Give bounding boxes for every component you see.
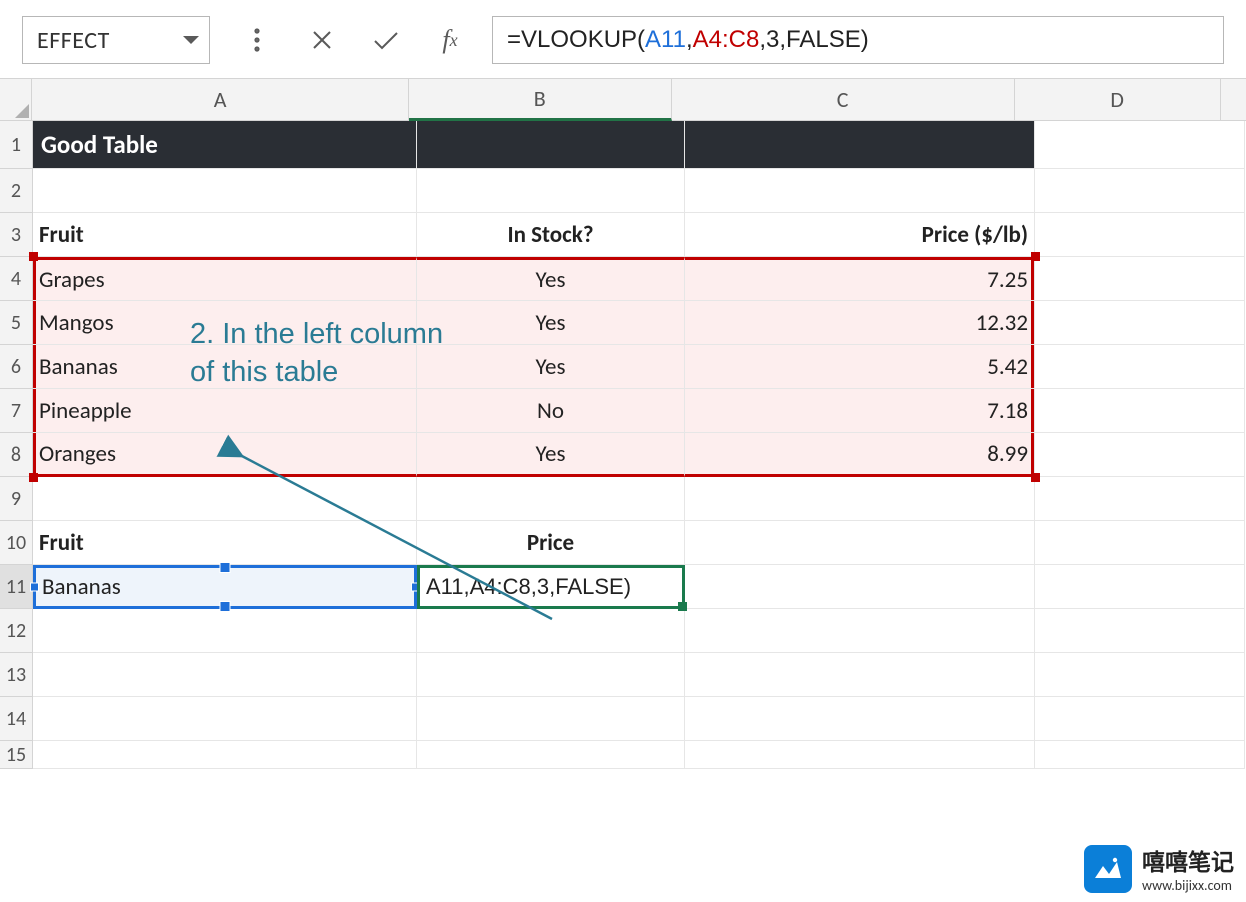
cell-B8[interactable]: Yes [417, 433, 685, 477]
cell-A1[interactable]: Good Table [33, 121, 417, 169]
spreadsheet-grid[interactable]: A B C D 1 Good Table 2 3 Fruit In Stock?… [0, 78, 1246, 769]
row-header-11[interactable]: 11 [0, 565, 33, 609]
range-handle-icon[interactable] [29, 252, 38, 261]
row-header-5[interactable]: 5 [0, 301, 33, 345]
cell-D2[interactable] [1035, 169, 1245, 213]
cell-C8[interactable]: 8.99 [685, 433, 1035, 477]
cell-C2[interactable] [685, 169, 1035, 213]
row-header-7[interactable]: 7 [0, 389, 33, 433]
cell-D4[interactable] [1035, 257, 1245, 301]
column-header-D[interactable]: D [1015, 79, 1221, 121]
cell-A2[interactable] [33, 169, 417, 213]
cell-C9[interactable] [685, 477, 1035, 521]
cell-B11[interactable]: A11,A4:C8,3,FALSE) [417, 565, 685, 609]
cell-A10[interactable]: Fruit [33, 521, 417, 565]
cell-D14[interactable] [1035, 697, 1245, 741]
cell-C1[interactable] [685, 121, 1035, 169]
cell-C7[interactable]: 7.18 [685, 389, 1035, 433]
cell-A4[interactable]: Grapes [33, 257, 417, 301]
row-header-9[interactable]: 9 [0, 477, 33, 521]
cell-C15[interactable] [685, 741, 1035, 769]
cell-B12[interactable] [417, 609, 685, 653]
cell-B15[interactable] [417, 741, 685, 769]
cell-A5[interactable]: Mangos [33, 301, 417, 345]
column-header-A[interactable]: A [32, 79, 408, 121]
cell-D11[interactable] [1035, 565, 1245, 609]
cell-D5[interactable] [1035, 301, 1245, 345]
cell-A3[interactable]: Fruit [33, 213, 417, 257]
watermark: 嘻嘻笔记 www.bijixx.com [1084, 843, 1234, 894]
name-box[interactable]: EFFECT [22, 16, 210, 64]
row-header-8[interactable]: 8 [0, 433, 33, 477]
formula-input[interactable]: =VLOOKUP(A11,A4:C8,3,FALSE) [492, 16, 1224, 64]
cell-B7[interactable]: No [417, 389, 685, 433]
cell-C11[interactable] [685, 565, 1035, 609]
select-all-corner[interactable] [0, 79, 32, 121]
cell-A15[interactable] [33, 741, 417, 769]
cancel-icon[interactable] [290, 16, 354, 64]
cell-C6[interactable]: 5.42 [685, 345, 1035, 389]
cell-D8[interactable] [1035, 433, 1245, 477]
row-header-12[interactable]: 12 [0, 609, 33, 653]
enter-icon[interactable] [354, 16, 418, 64]
cell-B14[interactable] [417, 697, 685, 741]
chevron-down-icon[interactable] [183, 36, 199, 44]
cell-D9[interactable] [1035, 477, 1245, 521]
row-header-6[interactable]: 6 [0, 345, 33, 389]
row-header-2[interactable]: 2 [0, 169, 33, 213]
cell-A8[interactable]: Oranges [33, 433, 417, 477]
row-header-13[interactable]: 13 [0, 653, 33, 697]
cell-C13[interactable] [685, 653, 1035, 697]
row-header-10[interactable]: 10 [0, 521, 33, 565]
cell-B5[interactable]: Yes [417, 301, 685, 345]
cell-A13[interactable] [33, 653, 417, 697]
cell-C3[interactable]: Price ($/lb) [685, 213, 1035, 257]
row-header-14[interactable]: 14 [0, 697, 33, 741]
cell-D3[interactable] [1035, 213, 1245, 257]
range-handle-icon[interactable] [29, 473, 38, 482]
more-icon[interactable] [226, 16, 290, 64]
cell-C12[interactable] [685, 609, 1035, 653]
cell-B2[interactable] [417, 169, 685, 213]
range-handle-icon[interactable] [1031, 473, 1040, 482]
cell-B3[interactable]: In Stock? [417, 213, 685, 257]
cell-A6[interactable]: Bananas [33, 345, 417, 389]
column-header-C[interactable]: C [672, 79, 1015, 121]
cell-C10[interactable] [685, 521, 1035, 565]
watermark-logo-icon [1084, 845, 1132, 893]
cell-B1[interactable] [417, 121, 685, 169]
cell-D12[interactable] [1035, 609, 1245, 653]
row-header-4[interactable]: 4 [0, 257, 33, 301]
watermark-text: 嘻嘻笔记 www.bijixx.com [1142, 843, 1234, 894]
cell-C14[interactable] [685, 697, 1035, 741]
cell-B9[interactable] [417, 477, 685, 521]
column-headers-row: A B C D [0, 79, 1246, 121]
row-header-15[interactable]: 15 [0, 741, 33, 769]
cell-A7[interactable]: Pineapple [33, 389, 417, 433]
cell-D6[interactable] [1035, 345, 1245, 389]
cell-D1[interactable] [1035, 121, 1245, 169]
cell-C4[interactable]: 7.25 [685, 257, 1035, 301]
name-box-value: EFFECT [37, 26, 110, 55]
formula-bar: EFFECT fx =VLOOKUP(A11,A4:C8,3,FALSE) [0, 0, 1246, 78]
cell-D10[interactable] [1035, 521, 1245, 565]
range-handle-icon[interactable] [1031, 252, 1040, 261]
cell-A9[interactable] [33, 477, 417, 521]
cell-B6[interactable]: Yes [417, 345, 685, 389]
cell-A14[interactable] [33, 697, 417, 741]
cell-D7[interactable] [1035, 389, 1245, 433]
cell-A11[interactable]: Bananas [33, 565, 417, 609]
row-header-1[interactable]: 1 [0, 121, 33, 169]
cell-B10[interactable]: Price [417, 521, 685, 565]
column-header-B[interactable]: B [409, 79, 672, 121]
cell-C5[interactable]: 12.32 [685, 301, 1035, 345]
cell-B4[interactable]: Yes [417, 257, 685, 301]
cell-A12[interactable] [33, 609, 417, 653]
cell-D15[interactable] [1035, 741, 1245, 769]
cell-D13[interactable] [1035, 653, 1245, 697]
fx-icon[interactable]: fx [418, 16, 482, 64]
row-header-3[interactable]: 3 [0, 213, 33, 257]
cell-B13[interactable] [417, 653, 685, 697]
